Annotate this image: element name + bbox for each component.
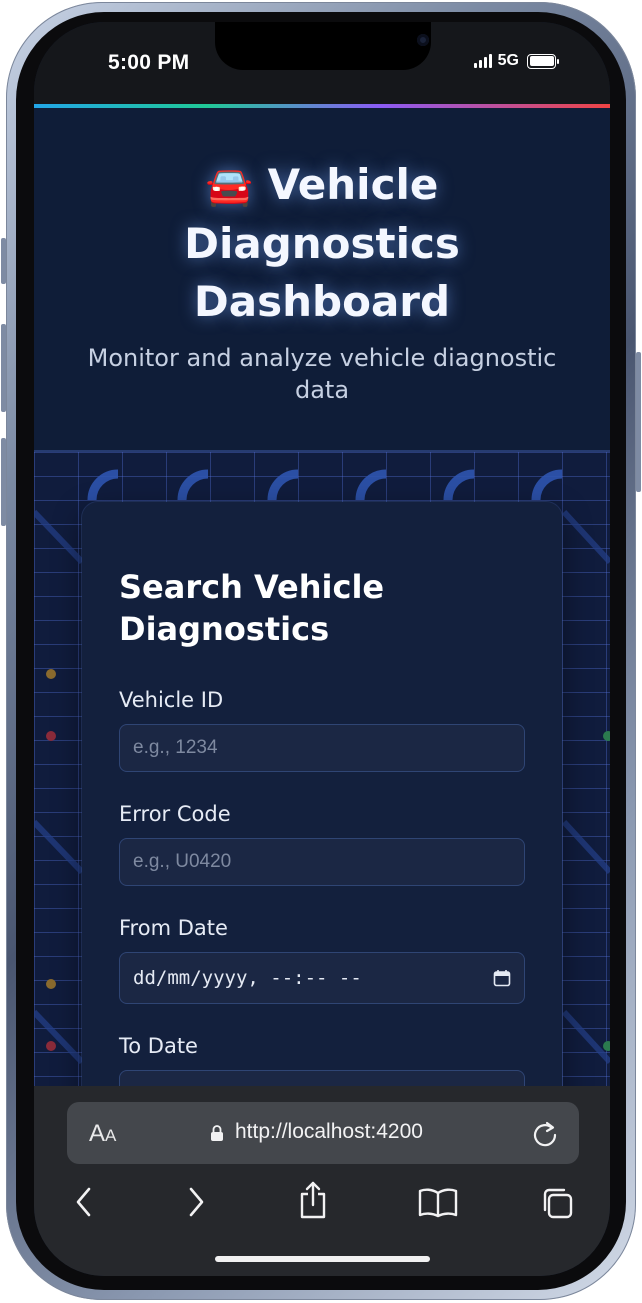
screen: 5:00 PM 5G 🚘 Vehicle Diagnostics Dashboa… bbox=[34, 22, 610, 1276]
forward-icon[interactable] bbox=[186, 1186, 206, 1218]
page-subtitle: Monitor and analyze vehicle diagnostic d… bbox=[87, 344, 557, 404]
volume-up-button bbox=[1, 324, 6, 412]
bookmarks-icon[interactable] bbox=[418, 1188, 458, 1218]
volume-down-button bbox=[1, 438, 6, 526]
share-icon[interactable] bbox=[298, 1180, 328, 1220]
vehicle-id-label: Vehicle ID bbox=[119, 688, 224, 712]
mute-switch bbox=[1, 238, 6, 284]
search-card: Search Vehicle Diagnostics Vehicle ID Er… bbox=[82, 502, 562, 1122]
reload-icon[interactable] bbox=[531, 1118, 559, 1148]
search-title: Search Vehicle Diagnostics bbox=[119, 568, 385, 648]
from-date-value: dd/mm/yyyy, --:-- -- bbox=[133, 967, 362, 989]
status-indicators: 5G bbox=[473, 52, 559, 70]
lock-icon bbox=[211, 1125, 223, 1141]
signal-icon bbox=[473, 54, 492, 68]
battery-icon bbox=[527, 53, 559, 69]
vehicle-id-input[interactable] bbox=[119, 724, 525, 772]
page-title: 🚘 Vehicle Diagnostics Dashboard bbox=[74, 156, 570, 331]
safari-toolbar: AA http://localhost:4200 bbox=[34, 1086, 610, 1276]
network-label: 5G bbox=[497, 52, 519, 69]
address-bar[interactable]: AA http://localhost:4200 bbox=[67, 1102, 579, 1164]
power-button bbox=[636, 352, 641, 492]
text-size-button[interactable]: AA bbox=[89, 1120, 116, 1148]
from-date-label: From Date bbox=[119, 916, 228, 940]
page-header: 🚘 Vehicle Diagnostics Dashboard Monitor … bbox=[34, 108, 610, 450]
status-time: 5:00 PM bbox=[108, 51, 190, 74]
url-text: http://localhost:4200 bbox=[235, 1120, 423, 1143]
error-code-label: Error Code bbox=[119, 802, 231, 826]
back-icon[interactable] bbox=[74, 1186, 94, 1218]
tabs-icon[interactable] bbox=[540, 1186, 576, 1222]
error-code-input[interactable] bbox=[119, 838, 525, 886]
home-indicator[interactable] bbox=[215, 1256, 430, 1262]
from-date-input[interactable]: dd/mm/yyyy, --:-- -- bbox=[119, 952, 525, 1004]
calendar-icon[interactable] bbox=[493, 969, 511, 987]
to-date-label: To Date bbox=[119, 1034, 198, 1058]
car-icon: 🚘 bbox=[205, 164, 253, 208]
status-bar: 5:00 PM 5G bbox=[34, 22, 610, 104]
notch bbox=[215, 22, 431, 70]
front-camera bbox=[417, 34, 429, 46]
